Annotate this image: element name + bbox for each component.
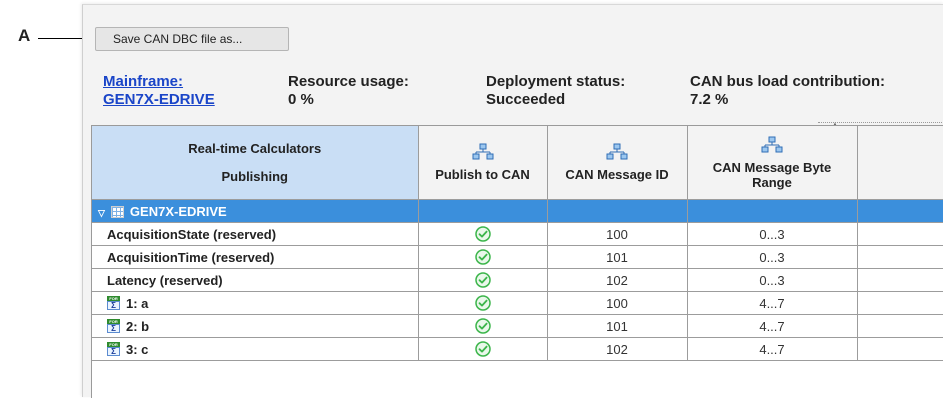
row-message-id-cell[interactable]: 101: [547, 245, 688, 269]
row-publish-cell[interactable]: [418, 337, 548, 361]
row-name-cell[interactable]: FOR Σ 3: c: [92, 337, 419, 361]
row-publish-cell[interactable]: [418, 222, 548, 246]
mainframe-info[interactable]: Mainframe: GEN7X-EDRIVE: [103, 73, 215, 109]
row-name-cell[interactable]: FOR Σ 2: b: [92, 314, 419, 338]
table-row[interactable]: FOR Σ 1: a 100 4...7: [92, 291, 943, 315]
row-name-cell[interactable]: FOR Σ 1: a: [92, 291, 419, 315]
mainframe-label[interactable]: Mainframe:: [103, 73, 215, 91]
column-header-message-id-label: CAN Message ID: [565, 167, 669, 182]
grid-icon: [110, 205, 124, 218]
for-sigma-icon: FOR Σ: [107, 318, 120, 333]
row-message-id-cell[interactable]: 100: [547, 222, 688, 246]
row-byte-range-cell[interactable]: 4...7: [687, 314, 858, 338]
column-header-calculators-line2: Publishing: [221, 169, 288, 184]
mainframe-link[interactable]: GEN7X-EDRIVE: [103, 91, 215, 109]
group-name: GEN7X-EDRIVE: [129, 203, 227, 219]
deployment-status-info: Deployment status: Succeeded: [486, 73, 625, 109]
column-header-publish[interactable]: Publish to CAN: [418, 126, 548, 200]
column-header-byte-range-label: CAN Message Byte Range: [712, 159, 832, 190]
checkmark-icon[interactable]: [474, 318, 491, 335]
row-name: 3: c: [126, 341, 149, 357]
expand-triangle-icon[interactable]: ▽: [98, 208, 105, 219]
row-empty-cell: [857, 245, 943, 269]
deployment-status-label: Deployment status:: [486, 73, 626, 90]
row-empty-cell: [857, 222, 943, 246]
row-name: AcquisitionState (reserved): [107, 226, 277, 242]
group-cell-message-id: [547, 199, 688, 223]
column-header-calculators-line1: Real-time Calculators: [188, 141, 322, 156]
column-header-byte-range[interactable]: CAN Message Byte Range: [687, 126, 858, 200]
row-empty-cell: [857, 291, 943, 315]
column-header-calculators[interactable]: Real-time Calculators Publishing: [92, 126, 419, 200]
resource-usage-label: Resource usage:: [288, 73, 409, 90]
group-cell-empty: [857, 199, 943, 223]
calculators-table: Real-time Calculators Publishing Publish…: [92, 126, 943, 361]
column-header-message-id[interactable]: CAN Message ID: [547, 126, 688, 200]
grid-body: ▽ GEN7X-EDRIVE AcquisitionState (reserved…: [92, 199, 943, 361]
row-name: Latency (reserved): [107, 272, 223, 288]
network-icon: [606, 143, 628, 160]
row-message-id-cell[interactable]: 102: [547, 337, 688, 361]
checkmark-icon[interactable]: [474, 341, 491, 358]
row-name: AcquisitionTime (reserved): [107, 249, 275, 265]
row-publish-cell[interactable]: [418, 314, 548, 338]
row-byte-range-cell[interactable]: 4...7: [687, 291, 858, 315]
header-row: Real-time Calculators Publishing Publish…: [92, 126, 943, 200]
group-cell-publish: [418, 199, 548, 223]
group-cell-byte-range: [687, 199, 858, 223]
table-row[interactable]: FOR Σ 2: b 101 4...7: [92, 314, 943, 338]
group-cell[interactable]: ▽ GEN7X-EDRIVE: [92, 199, 419, 223]
row-name-cell[interactable]: AcquisitionState (reserved): [92, 222, 419, 246]
checkmark-icon[interactable]: [474, 249, 491, 266]
resource-usage-info: Resource usage: 0 %: [288, 73, 409, 109]
row-empty-cell: [857, 268, 943, 292]
checkmark-icon[interactable]: [474, 272, 491, 289]
can-bus-load-value: 7.2 %: [690, 91, 729, 108]
row-byte-range-cell[interactable]: 0...3: [687, 268, 858, 292]
row-message-id-cell[interactable]: 100: [547, 291, 688, 315]
row-message-id-cell[interactable]: 101: [547, 314, 688, 338]
row-publish-cell[interactable]: [418, 245, 548, 269]
row-publish-cell[interactable]: [418, 268, 548, 292]
table-row[interactable]: AcquisitionState (reserved) 100 0...3: [92, 222, 943, 246]
can-bus-load-info: CAN bus load contribution: 7.2 %: [690, 73, 885, 109]
column-header-publish-label: Publish to CAN: [435, 167, 530, 182]
deployment-status-value: Succeeded: [486, 91, 566, 108]
group-row[interactable]: ▽ GEN7X-EDRIVE: [92, 199, 943, 223]
can-bus-load-label: CAN bus load contribution:: [690, 73, 885, 90]
for-sigma-icon: FOR Σ: [107, 295, 120, 310]
row-empty-cell: [857, 314, 943, 338]
row-name: 1: a: [126, 295, 149, 311]
checkmark-icon[interactable]: [474, 226, 491, 243]
row-byte-range-cell[interactable]: 0...3: [687, 245, 858, 269]
network-icon: [761, 136, 783, 152]
row-empty-cell: [857, 337, 943, 361]
row-byte-range-cell[interactable]: 0...3: [687, 222, 858, 246]
table-row[interactable]: AcquisitionTime (reserved) 101 0...3: [92, 245, 943, 269]
calculators-grid: Real-time Calculators Publishing Publish…: [91, 125, 943, 398]
row-name-cell[interactable]: Latency (reserved): [92, 268, 419, 292]
callout-label: A: [18, 26, 31, 45]
row-name: 2: b: [126, 318, 150, 334]
table-row[interactable]: FOR Σ 3: c 102 4...7: [92, 337, 943, 361]
save-can-dbc-button[interactable]: Save CAN DBC file as...: [95, 27, 289, 51]
for-sigma-icon: FOR Σ: [107, 341, 120, 356]
row-message-id-cell[interactable]: 102: [547, 268, 688, 292]
row-byte-range-cell[interactable]: 4...7: [687, 337, 858, 361]
row-name-cell[interactable]: AcquisitionTime (reserved): [92, 245, 419, 269]
column-header-empty: [857, 126, 943, 200]
publishing-panel: Save CAN DBC file as... Mainframe: GEN7X…: [82, 4, 943, 398]
checkmark-icon[interactable]: [474, 295, 491, 312]
table-row[interactable]: Latency (reserved) 102 0...3: [92, 268, 943, 292]
network-icon: [472, 143, 493, 160]
row-publish-cell[interactable]: [418, 291, 548, 315]
resource-usage-value: 0 %: [288, 91, 314, 108]
